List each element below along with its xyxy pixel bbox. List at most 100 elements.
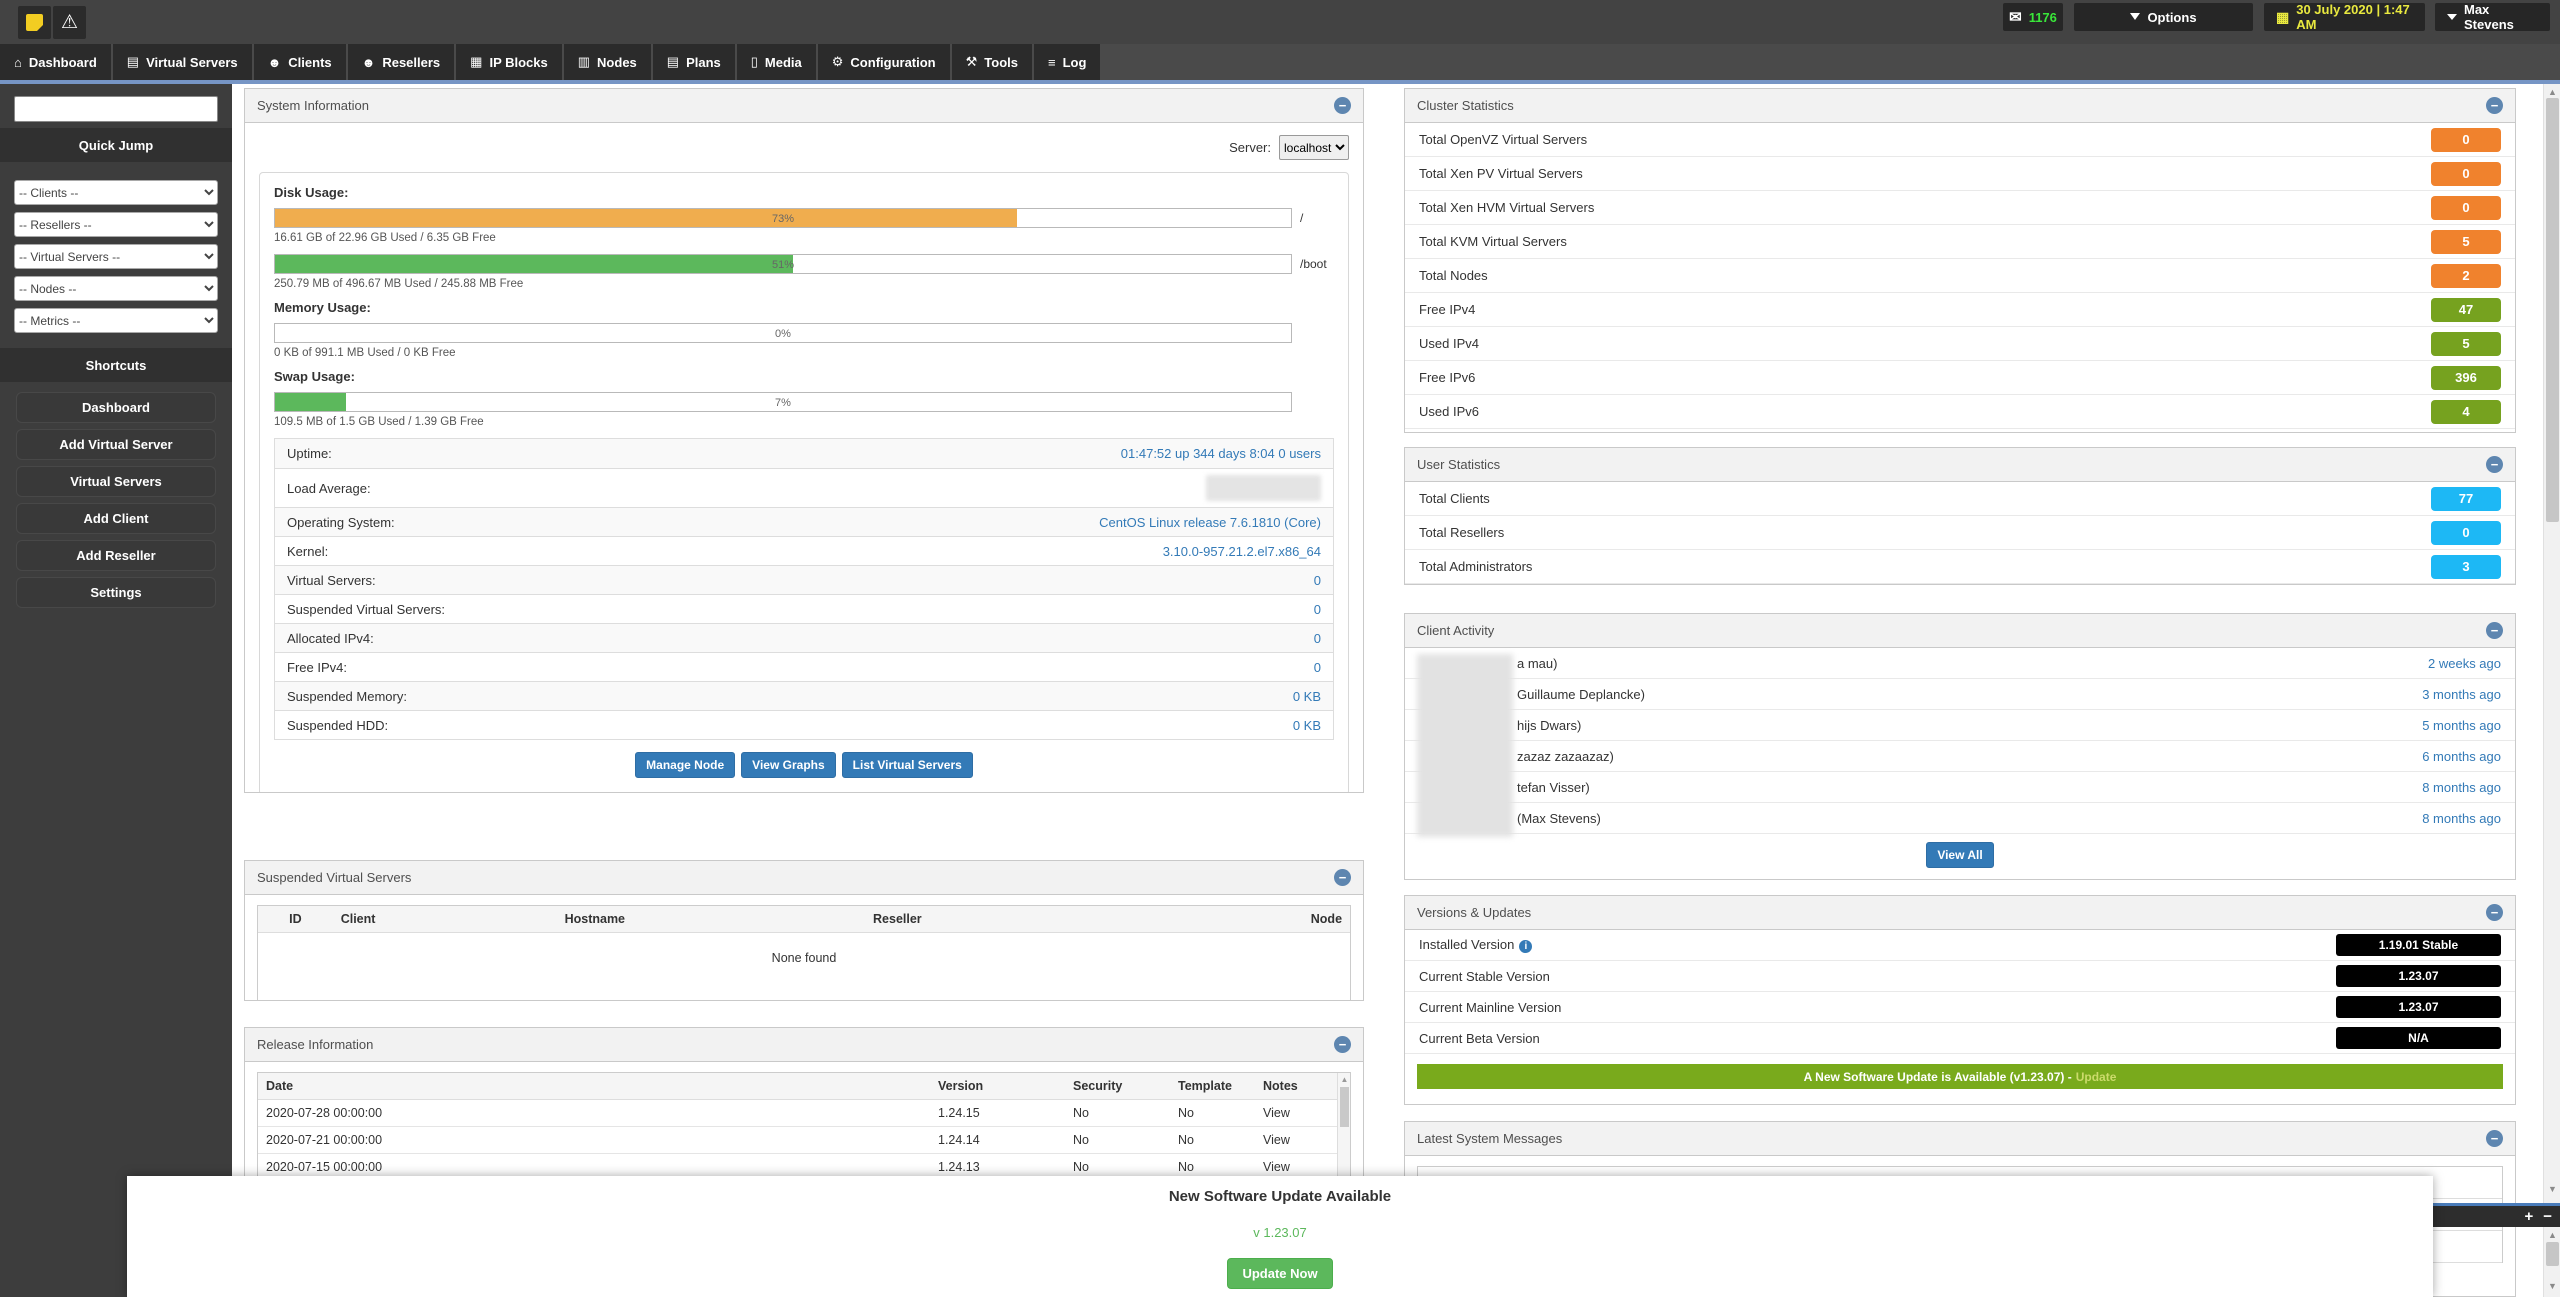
release-date: 2020-07-21 00:00:00 xyxy=(258,1127,930,1153)
scroll-down-icon[interactable]: ▼ xyxy=(2544,1281,2560,1291)
filter-icon xyxy=(2130,13,2140,20)
scrollbar-thumb[interactable] xyxy=(2546,98,2559,522)
user-menu-button[interactable]: Max Stevens xyxy=(2435,3,2550,31)
nav-item[interactable]: ⚙ Configuration xyxy=(818,44,950,80)
user-stat-rows: Total Clients 77 Total Resellers 0 Total… xyxy=(1405,482,2515,584)
quick-jump-select[interactable]: -- Clients -- xyxy=(14,180,218,205)
action-button[interactable]: Manage Node xyxy=(635,752,735,778)
activity-client-name: a mau) xyxy=(1517,656,1557,671)
collapse-icon[interactable]: − xyxy=(2486,622,2503,639)
action-button[interactable]: View Graphs xyxy=(741,752,835,778)
collapse-icon[interactable]: − xyxy=(1334,1036,1351,1053)
stat-badge: 77 xyxy=(2431,487,2501,511)
scrollbar-thumb[interactable] xyxy=(2546,1242,2559,1266)
collapse-icon[interactable]: − xyxy=(2486,97,2503,114)
version-row: Current Beta Versioni N/A xyxy=(1405,1023,2515,1054)
version-row: Installed Versioni 1.19.01 Stable xyxy=(1405,930,2515,961)
shortcut-button[interactable]: Add Client xyxy=(16,503,216,534)
stat-row: Used IPv4 5 xyxy=(1405,327,2515,361)
scroll-down-icon[interactable]: ▼ xyxy=(2544,1184,2560,1194)
stat-row: Total OpenVZ Virtual Servers 0 xyxy=(1405,123,2515,157)
column-header: Template xyxy=(1170,1073,1255,1099)
zoom-out-icon[interactable]: − xyxy=(2543,1209,2552,1224)
collapse-icon[interactable]: − xyxy=(1334,97,1351,114)
system-info-value: 0 KB xyxy=(1293,718,1321,733)
nav-item[interactable]: ▤ Plans xyxy=(653,44,735,80)
messages-count: 1176 xyxy=(2029,10,2057,25)
collapse-icon[interactable]: − xyxy=(2486,904,2503,921)
datetime-label: 30 July 2020 | 1:47 AM xyxy=(2296,2,2413,32)
panel-title: Versions & Updates xyxy=(1417,905,1531,920)
quick-jump-select[interactable]: -- Nodes -- xyxy=(14,276,218,301)
page-scrollbar[interactable]: ▲ ▼ ▲ ▼ xyxy=(2543,84,2560,1297)
update-link[interactable]: Update xyxy=(2076,1070,2117,1084)
system-info-table: Uptime: 01:47:52 up 344 days 8:04 0 user… xyxy=(274,438,1334,740)
nav-item[interactable]: ☻ Clients xyxy=(254,44,346,80)
stat-row: Total Xen PV Virtual Servers 0 xyxy=(1405,157,2515,191)
nav-item[interactable]: ⚒ Tools xyxy=(952,44,1032,80)
messages-button[interactable]: ✉ 1176 xyxy=(2003,3,2063,31)
sidebar-search-input[interactable] xyxy=(14,96,218,122)
redacted-names-overlay xyxy=(1417,654,1513,837)
collapse-icon[interactable]: − xyxy=(1334,869,1351,886)
view-all-button[interactable]: View All xyxy=(1926,842,1993,868)
virtual-servers-icon: ▤ xyxy=(127,54,139,70)
stat-label: Free IPv4 xyxy=(1419,302,1475,317)
nav-item-label: Virtual Servers xyxy=(146,55,238,70)
scroll-up-icon[interactable]: ▲ xyxy=(2544,87,2560,97)
shortcut-button[interactable]: Add Reseller xyxy=(16,540,216,571)
nav-item[interactable]: ≡ Log xyxy=(1034,44,1100,80)
collapse-icon[interactable]: − xyxy=(2486,456,2503,473)
scroll-up-icon[interactable]: ▲ xyxy=(2544,1230,2560,1240)
quick-jump-select[interactable]: -- Metrics -- xyxy=(14,308,218,333)
datetime-button[interactable]: ▦ 30 July 2020 | 1:47 AM xyxy=(2264,3,2425,31)
nav-item[interactable]: ▤ Virtual Servers xyxy=(113,44,252,80)
note-icon xyxy=(26,14,43,31)
info-icon: i xyxy=(1519,940,1532,953)
release-version: 1.24.14 xyxy=(930,1127,1065,1153)
shortcut-button[interactable]: Dashboard xyxy=(16,392,216,423)
nav-item[interactable]: ▥ Nodes xyxy=(564,44,651,80)
alerts-button[interactable]: ⚠ xyxy=(53,6,86,39)
nav-item[interactable]: ▦ IP Blocks xyxy=(456,44,562,80)
shortcut-button[interactable]: Virtual Servers xyxy=(16,466,216,497)
quick-jump-select[interactable]: -- Resellers -- xyxy=(14,212,218,237)
shortcut-button[interactable]: Settings xyxy=(16,577,216,608)
activity-row: hijs Dwars) 5 months ago xyxy=(1405,710,2515,741)
stat-label: Total Resellers xyxy=(1419,525,1504,540)
server-select[interactable]: localhost xyxy=(1279,135,1349,160)
nav-item[interactable]: ▯ Media xyxy=(737,44,816,80)
collapse-icon[interactable]: − xyxy=(2486,1130,2503,1147)
release-date: 2020-07-28 00:00:00 xyxy=(258,1100,930,1126)
stat-label: Total Administrators xyxy=(1419,559,1532,574)
nav-item[interactable]: ⌂ Dashboard xyxy=(0,44,111,80)
envelope-icon: ✉ xyxy=(2009,8,2022,26)
options-button[interactable]: Options xyxy=(2074,3,2253,31)
update-now-button[interactable]: Update Now xyxy=(1227,1258,1332,1289)
release-version: 1.24.15 xyxy=(930,1100,1065,1126)
shortcut-button[interactable]: Add Virtual Server xyxy=(16,429,216,460)
system-info-value xyxy=(1206,475,1321,501)
version-row: Current Stable Versioni 1.23.07 xyxy=(1405,961,2515,992)
release-notes-link[interactable]: View xyxy=(1255,1127,1350,1153)
stat-row: Total Resellers 0 xyxy=(1405,516,2515,550)
update-banner[interactable]: A New Software Update is Available (v1.2… xyxy=(1417,1064,2503,1089)
action-button[interactable]: List Virtual Servers xyxy=(842,752,973,778)
quick-jump-select[interactable]: -- Virtual Servers -- xyxy=(14,244,218,269)
release-rows: 2020-07-28 00:00:00 1.24.15 No No View 2… xyxy=(258,1100,1350,1180)
scroll-up-icon[interactable]: ▲ xyxy=(1338,1075,1351,1084)
usage-box: Disk Usage: 73% / 16.61 GB of 22.96 GB U… xyxy=(259,172,1349,793)
panel-title: System Information xyxy=(257,98,369,113)
stat-badge: 5 xyxy=(2431,230,2501,254)
system-info-row: Suspended Memory: 0 KB xyxy=(275,681,1333,710)
nav-item[interactable]: ☻ Resellers xyxy=(348,44,455,80)
system-info-row: Kernel: 3.10.0-957.21.2.el7.x86_64 xyxy=(275,536,1333,565)
system-info-row: Load Average: xyxy=(275,468,1333,507)
zoom-in-icon[interactable]: + xyxy=(2524,1209,2533,1224)
disk-usage-detail: 250.79 MB of 496.67 MB Used / 245.88 MB … xyxy=(274,278,1334,290)
system-info-row: Operating System: CentOS Linux release 7… xyxy=(275,507,1333,536)
release-notes-link[interactable]: View xyxy=(1255,1100,1350,1126)
scrollbar-thumb[interactable] xyxy=(1340,1087,1349,1127)
notes-button[interactable] xyxy=(18,6,51,39)
release-table-scrollbar[interactable]: ▲ xyxy=(1337,1073,1350,1180)
